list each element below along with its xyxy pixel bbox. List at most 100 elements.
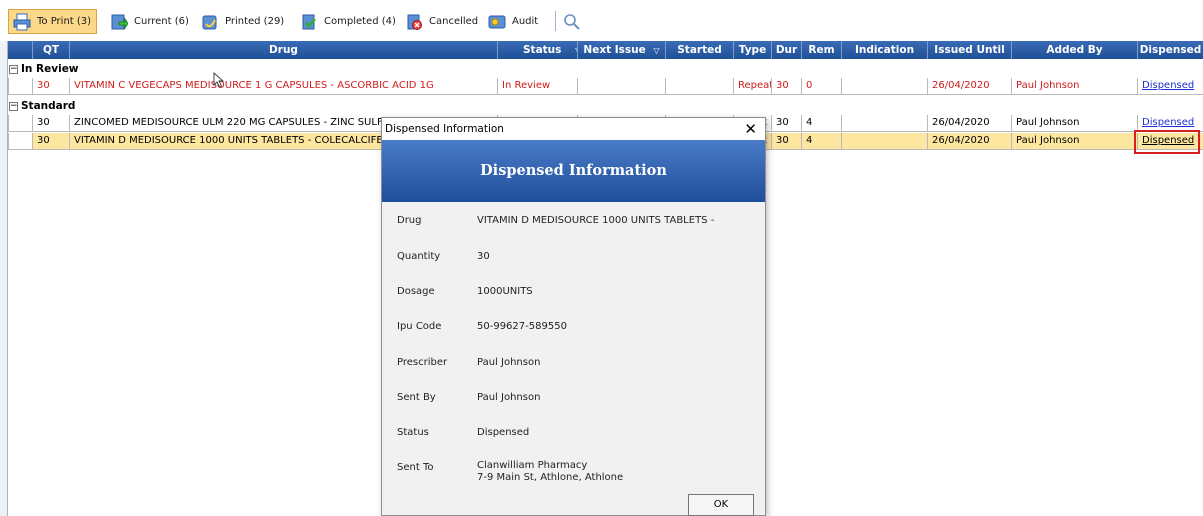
field-label-sent-by: Sent By — [397, 392, 436, 403]
search-button[interactable] — [563, 9, 581, 34]
rem-cell: 0 — [802, 78, 842, 95]
sent-to-line-1: Clanwilliam Pharmacy — [477, 460, 588, 471]
grid-header: QT Drug Status ▽ Next Issue ▽ Started Ty… — [8, 41, 1203, 59]
header-started[interactable]: Started — [666, 41, 734, 59]
indication-cell — [842, 115, 928, 132]
header-issued-until[interactable]: Issued Until — [928, 41, 1012, 59]
tab-cancelled[interactable]: Cancelled — [405, 9, 478, 34]
toolbar: To Print (3) Current (6) Printed (29) Co… — [0, 0, 1203, 40]
group-header-in-review[interactable]: − In Review — [8, 62, 1203, 77]
header-rem[interactable]: Rem — [802, 41, 842, 59]
tab-audit[interactable]: Audit — [488, 9, 538, 34]
tab-current[interactable]: Current (6) — [110, 9, 189, 34]
row-selector-cell[interactable] — [8, 115, 33, 132]
header-indication[interactable]: Indication — [842, 41, 928, 59]
dispensed-link[interactable]: Dispensed — [1142, 80, 1194, 91]
tab-to-print[interactable]: To Print (3) — [8, 9, 98, 34]
dialog-banner: Dispensed Information — [382, 140, 765, 202]
tab-printed[interactable]: Printed (29) — [201, 9, 284, 34]
group-header-standard[interactable]: − Standard — [8, 99, 1203, 114]
started-cell — [666, 78, 734, 95]
row-selector-cell[interactable] — [8, 133, 33, 150]
header-qt[interactable]: QT — [33, 41, 70, 59]
field-label-ipu-code: Ipu Code — [397, 321, 442, 332]
field-label-prescriber: Prescriber — [397, 357, 448, 368]
field-value-sent-to: Clanwilliam Pharmacy 7-9 Main St, Athlon… — [477, 460, 623, 484]
field-value-drug: VITAMIN D MEDISOURCE 1000 UNITS TABLETS … — [477, 215, 715, 226]
qt-cell: 30 — [33, 115, 70, 132]
dispensed-link[interactable]: Dispensed — [1142, 117, 1194, 128]
field-label-status: Status — [397, 427, 429, 438]
audit-icon — [488, 13, 506, 31]
header-dur[interactable]: Dur — [772, 41, 802, 59]
toolbar-divider — [555, 11, 556, 31]
added-by-cell: Paul Johnson — [1012, 133, 1138, 150]
qt-cell: 30 — [33, 133, 70, 150]
indication-cell — [842, 133, 928, 150]
qt-cell: 30 — [33, 78, 70, 95]
filter-icon[interactable]: ▽ — [653, 46, 659, 55]
dispensed-information-dialog: Dispensed Information ✕ Dispensed Inform… — [381, 117, 766, 516]
current-icon — [110, 13, 129, 31]
mouse-cursor-icon — [213, 72, 225, 88]
field-value-ipu-code: 50-99627-589550 — [477, 321, 567, 332]
field-value-dosage: 1000UNITS — [477, 286, 533, 297]
sent-to-line-2: 7-9 Main St, Athlone, Athlone — [477, 472, 624, 483]
tab-label: Audit — [512, 16, 539, 27]
completed-icon — [300, 13, 318, 31]
tab-label: To Print (3) — [37, 16, 92, 27]
header-next-issue[interactable]: Next Issue ▽ — [578, 41, 666, 59]
grid-row-indicator-bar — [0, 41, 8, 516]
field-label-drug: Drug — [397, 215, 422, 226]
rem-cell: 4 — [802, 133, 842, 150]
tab-completed[interactable]: Completed (4) — [300, 9, 396, 34]
header-row-selector — [8, 41, 33, 59]
header-type[interactable]: Type — [734, 41, 772, 59]
dialog-title: Dispensed Information — [385, 123, 504, 135]
tab-label: Current (6) — [134, 16, 189, 27]
added-by-cell: Paul Johnson — [1012, 115, 1138, 132]
cancelled-icon — [405, 13, 423, 31]
header-drug[interactable]: Drug — [70, 41, 498, 59]
issued-until-cell: 26/04/2020 — [928, 133, 1012, 150]
field-label-quantity: Quantity — [397, 251, 441, 262]
tab-label: Cancelled — [429, 16, 479, 27]
added-by-cell: Paul Johnson — [1012, 78, 1138, 95]
close-icon[interactable]: ✕ — [744, 118, 757, 140]
dur-cell: 30 — [772, 133, 802, 150]
header-status[interactable]: Status ▽ — [498, 41, 578, 59]
field-label-sent-to: Sent To — [397, 462, 434, 473]
field-value-quantity: 30 — [477, 251, 490, 262]
issued-until-cell: 26/04/2020 — [928, 78, 1012, 95]
header-status-label: Status — [523, 44, 562, 56]
status-cell: In Review — [498, 78, 578, 95]
field-value-sent-by: Paul Johnson — [477, 392, 541, 403]
header-next-issue-label: Next Issue — [583, 44, 646, 56]
field-label-dosage: Dosage — [397, 286, 435, 297]
dispensed-cell: Dispensed — [1138, 78, 1203, 95]
header-added-by[interactable]: Added By — [1012, 41, 1138, 59]
tab-label: Completed (4) — [324, 16, 396, 27]
next-issue-cell — [578, 78, 666, 95]
dur-cell: 30 — [772, 78, 802, 95]
ok-button[interactable]: OK — [688, 494, 754, 516]
search-icon — [563, 13, 581, 31]
dispensed-highlight-box — [1134, 130, 1200, 154]
printed-icon — [201, 13, 219, 31]
collapse-icon[interactable]: − — [9, 64, 18, 74]
header-dispensed[interactable]: Dispensed — [1138, 41, 1203, 59]
issued-until-cell: 26/04/2020 — [928, 115, 1012, 132]
dur-cell: 30 — [772, 115, 802, 132]
field-value-prescriber: Paul Johnson — [477, 357, 541, 368]
row-selector-cell[interactable] — [8, 78, 33, 95]
type-cell: Repeat — [734, 78, 772, 95]
table-row[interactable]: 30 VITAMIN C VEGECAPS MEDISOURCE 1 G CAP… — [8, 78, 1203, 95]
rem-cell: 4 — [802, 115, 842, 132]
collapse-icon[interactable]: − — [9, 101, 18, 111]
tab-label: Printed (29) — [225, 16, 285, 27]
printer-icon — [13, 13, 31, 31]
drug-cell: VITAMIN C VEGECAPS MEDISOURCE 1 G CAPSUL… — [70, 78, 498, 95]
dialog-titlebar[interactable]: Dispensed Information ✕ — [382, 118, 765, 140]
group-label: Standard — [21, 100, 76, 112]
indication-cell — [842, 78, 928, 95]
